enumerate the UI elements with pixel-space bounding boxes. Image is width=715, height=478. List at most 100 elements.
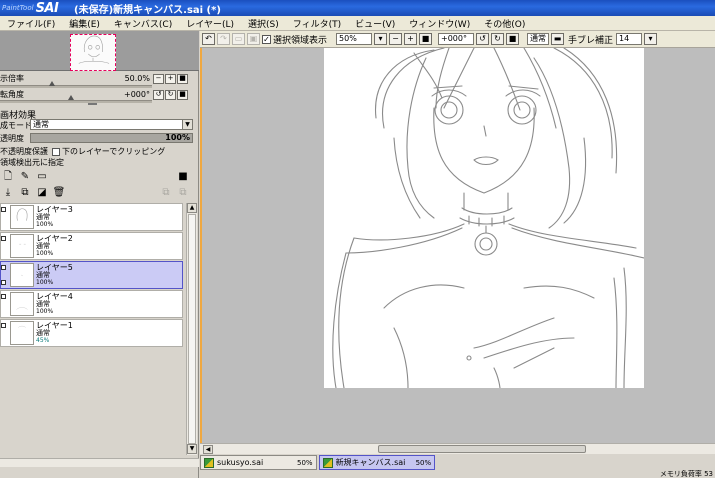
zoom-reset-button[interactable]: ■ [177, 73, 188, 84]
zoom-slider-knob[interactable] [49, 81, 55, 86]
blend-mode-select[interactable]: 通常 ▼ [30, 119, 193, 130]
canvas-hscroll[interactable]: ◀ [200, 443, 715, 454]
layer-visibility[interactable] [1, 233, 8, 259]
chevron-down-icon[interactable]: ▾ [374, 33, 388, 45]
new-folder-icon[interactable]: ▭ [36, 171, 48, 183]
scroll-left-button[interactable]: ◀ [203, 445, 213, 454]
layer-thumbnail [10, 234, 34, 258]
deselect-button: ▭ [232, 33, 245, 45]
rotate-left-button[interactable]: ↺ [153, 89, 164, 100]
scroll-thumb[interactable] [188, 214, 196, 444]
layer-opacity: 100% [36, 279, 54, 286]
tab-new-canvas[interactable]: 新規キャンバス.sai 50% [318, 455, 436, 470]
panel-splitter[interactable] [88, 103, 97, 105]
layer-visibility[interactable] [1, 320, 8, 346]
layer-visibility[interactable] [1, 262, 8, 288]
clipping-label: 下のレイヤーでクリッピング [62, 147, 166, 156]
menu-bar: ファイル(F) 編集(E) キャンバス(C) レイヤー(L) 選択(S) フィル… [0, 16, 715, 31]
layer-item[interactable]: レイヤー1 通常 45% [0, 319, 183, 347]
layer-item-selected[interactable]: レイヤー5 通常 100% [0, 261, 183, 289]
layer-opacity: 100% [36, 221, 54, 228]
clipping-checkbox[interactable] [52, 147, 60, 156]
canvas-area[interactable] [200, 48, 715, 443]
invert-selection-button: ▣ [247, 33, 260, 45]
new-layer-icon[interactable]: 🗋 [2, 171, 14, 183]
zoom-out-icon[interactable]: − [389, 33, 403, 45]
layer-opacity: 100% [36, 308, 54, 315]
layer-item[interactable]: レイヤー3 通常 100% [0, 203, 183, 231]
angle-slider[interactable] [0, 100, 152, 103]
show-selection-checkbox[interactable]: ✓ [262, 34, 271, 44]
detection-source-label: 領域検出元に指定 [0, 158, 64, 167]
zoom-in-button[interactable]: + [165, 73, 176, 84]
flip-icon[interactable]: ▬ [551, 33, 565, 45]
opacity-slider[interactable]: 100% [30, 133, 193, 143]
menu-window[interactable]: ウィンドウ(W) [402, 17, 477, 30]
menu-layer[interactable]: レイヤー(L) [179, 17, 241, 30]
rotate-reset-button[interactable]: ■ [177, 89, 188, 100]
stabilizer-field[interactable]: 14 [616, 33, 643, 45]
chevron-down-icon[interactable]: ▾ [644, 33, 658, 45]
menu-edit[interactable]: 編集(E) [62, 17, 107, 30]
layer-mode: 通常 [36, 270, 50, 279]
zoom-out-button[interactable]: − [153, 73, 164, 84]
menu-view[interactable]: ビュー(V) [348, 17, 402, 30]
eye-icon [1, 323, 6, 328]
tab-zoom: 50% [297, 458, 313, 467]
navigator-preview[interactable] [0, 31, 199, 71]
logo-big-text: SAI [35, 0, 59, 16]
layer-visibility[interactable] [1, 204, 8, 230]
copy-layer-icon: ⧉ [162, 187, 170, 198]
angle-value: +000° [124, 90, 150, 99]
menu-other[interactable]: その他(O) [477, 17, 532, 30]
zoom-fit-icon[interactable]: ■ [419, 33, 433, 45]
merge-down-icon[interactable]: ⧉ [19, 187, 31, 199]
canvas-mode-field[interactable]: 通常 [527, 33, 550, 45]
zoom-field[interactable]: 50% [336, 33, 373, 45]
clear-layer-icon[interactable]: ◪ [36, 187, 48, 199]
paste-layer-icon: ⧉ [179, 187, 187, 198]
layer-mode: 通常 [36, 212, 50, 221]
layer-opacity: 45% [36, 337, 50, 344]
transfer-down-icon[interactable]: ⤓ [2, 187, 14, 199]
rotate-left-icon[interactable]: ↺ [476, 33, 490, 45]
eye-icon [1, 265, 6, 270]
layer-list-scrollbar[interactable]: ▲ ▼ [186, 203, 197, 455]
rotate-right-button[interactable]: ↻ [165, 89, 176, 100]
hscroll-thumb[interactable] [378, 445, 586, 453]
layer-thumb-sketch [18, 325, 26, 328]
new-set-icon[interactable]: ✎ [19, 171, 31, 183]
rotate-right-icon[interactable]: ↻ [491, 33, 505, 45]
layer-thumb-sketch [16, 307, 28, 310]
layer-visibility[interactable] [1, 291, 8, 317]
protect-opacity-row: 不透明度保護 下のレイヤーでクリッピング [0, 146, 165, 157]
layer-opacity: 100% [36, 250, 54, 257]
eye-icon [1, 207, 6, 212]
delete-layer-icon[interactable]: 🗑 [53, 187, 66, 199]
canvas-paper[interactable] [324, 48, 645, 389]
menu-filter[interactable]: フィルタ(T) [286, 17, 348, 30]
scroll-up-button[interactable]: ▲ [187, 203, 197, 213]
navigator-thumbnail[interactable] [70, 34, 116, 71]
layer-item[interactable]: レイヤー4 通常 100% [0, 290, 183, 318]
undo-button[interactable]: ↶ [202, 33, 215, 45]
layer-toolbar-top: 🗋 ✎ ▭ ■ [0, 169, 194, 185]
menu-canvas[interactable]: キャンバス(C) [107, 17, 179, 30]
scroll-down-button[interactable]: ▼ [187, 444, 197, 454]
angle-field[interactable]: +000° [438, 33, 475, 45]
layer-panel-toggle-icon[interactable]: ■ [177, 171, 189, 183]
menu-file[interactable]: ファイル(F) [0, 17, 62, 30]
zoom-in-icon[interactable]: + [404, 33, 418, 45]
layer-thumb-sketch [20, 274, 24, 277]
tab-sukusyo[interactable]: sukusyo.sai 50% [200, 455, 317, 470]
angle-slider-knob[interactable] [68, 95, 74, 100]
menu-select[interactable]: 選択(S) [241, 17, 286, 30]
zoom-label: 示倍率 [0, 74, 24, 83]
zoom-slider[interactable] [0, 85, 152, 88]
layer-item[interactable]: レイヤー2 通常 100% [0, 232, 183, 260]
rotate-reset-icon[interactable]: ■ [506, 33, 520, 45]
window-title: (未保存)新規キャンバス.sai (*) [74, 4, 221, 16]
left-panel-hscroll[interactable] [0, 458, 199, 467]
chevron-down-icon: ▼ [182, 120, 192, 129]
opacity-label: 透明度 [0, 134, 24, 143]
